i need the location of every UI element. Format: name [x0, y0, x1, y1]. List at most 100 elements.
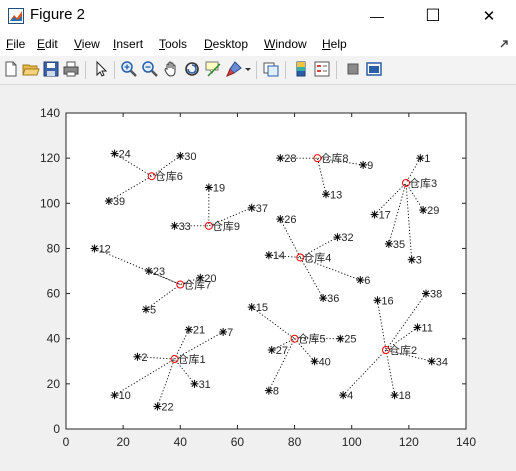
customer-label: 5 [150, 304, 156, 316]
menu-insert-label: nsert [116, 37, 144, 51]
menu-view[interactable]: View [74, 37, 100, 51]
y-tick-label: 60 [47, 287, 61, 301]
menu-desktop-label: esktop [212, 37, 249, 51]
link-plot-icon[interactable] [262, 60, 280, 78]
customer-label: 3 [416, 255, 422, 267]
menu-file[interactable]: File [6, 37, 25, 51]
zoom-out-icon[interactable] [141, 60, 159, 78]
x-tick-label: 120 [399, 435, 419, 449]
customer-label: 12 [99, 243, 111, 255]
insert-colorbar-icon[interactable] [292, 60, 310, 78]
toolbar-separator [85, 61, 86, 79]
hide-plot-tools-icon[interactable] [344, 60, 362, 78]
customer-label: 8 [273, 386, 279, 398]
toolbar-separator [336, 61, 337, 79]
menu-view-label: iew [81, 37, 100, 51]
toolbar-separator [114, 61, 115, 79]
dock-figure-icon[interactable] [498, 37, 510, 49]
customer-label: 27 [276, 345, 288, 357]
customer-marker [133, 352, 142, 361]
matlab-figure-icon [8, 8, 24, 24]
menu-bar: File Edit View Insert Tools Desktop Wind… [0, 33, 516, 55]
customer-label: 17 [379, 210, 391, 222]
menu-edit[interactable]: Edit [37, 37, 58, 51]
new-figure-icon[interactable] [2, 60, 20, 78]
menu-insert[interactable]: Insert [113, 37, 143, 51]
customer-label: 28 [284, 153, 296, 165]
menu-help[interactable]: Help [322, 37, 347, 51]
zoom-in-icon[interactable] [120, 60, 138, 78]
warehouse-label: 仓库9 [212, 219, 240, 233]
data-cursor-icon[interactable] [204, 60, 222, 78]
x-tick-label: 80 [288, 435, 302, 449]
customer-marker [247, 303, 256, 312]
window-title: Figure 2 [30, 6, 86, 23]
customer-label: 25 [344, 334, 356, 346]
customer-label: 29 [427, 205, 439, 217]
maximize-button[interactable]: ☐ [410, 0, 456, 32]
y-tick-label: 140 [40, 106, 60, 120]
customer-label: 39 [113, 196, 125, 208]
menu-view-mnemonic: V [74, 37, 82, 51]
open-file-icon[interactable] [22, 60, 40, 78]
edit-plot-icon[interactable] [92, 60, 110, 78]
menu-window-mnemonic: W [264, 37, 276, 51]
customer-label: 13 [330, 189, 342, 201]
customer-marker [170, 221, 179, 230]
brush-icon[interactable] [225, 60, 243, 78]
x-tick-label: 40 [174, 435, 188, 449]
x-tick-label: 100 [342, 435, 362, 449]
customer-marker [413, 323, 422, 332]
customer-label: 38 [430, 289, 442, 301]
customer-label: 15 [256, 302, 268, 314]
toolbar-separator [285, 61, 286, 79]
customer-marker [336, 334, 345, 343]
x-tick-label: 20 [116, 435, 130, 449]
rotate-3d-icon[interactable] [183, 60, 201, 78]
customer-marker [264, 386, 273, 395]
save-figure-icon[interactable] [42, 60, 60, 78]
customer-label: 24 [119, 149, 131, 161]
customer-marker [153, 402, 162, 411]
customer-marker [333, 233, 342, 242]
x-tick-label: 0 [63, 435, 70, 449]
menu-edit-mnemonic: E [37, 37, 46, 51]
menu-window-label: indow [275, 37, 307, 51]
y-tick-label: 0 [53, 422, 60, 436]
window-titlebar[interactable]: Figure 2 — ☐ ✕ [0, 0, 516, 32]
show-plot-tools-icon[interactable] [365, 60, 383, 78]
pan-icon[interactable] [162, 60, 180, 78]
customer-marker [142, 305, 150, 314]
menu-desktop[interactable]: Desktop [204, 37, 248, 51]
menu-tools-label: ools [165, 37, 188, 51]
customer-marker [427, 357, 436, 366]
warehouse-label: 仓库1 [178, 352, 206, 366]
insert-legend-icon[interactable] [313, 60, 331, 78]
figure-canvas[interactable]: 0 20 40 60 80 100 120 140 0 20 40 60 80 100 120 140 123… [0, 85, 516, 471]
menu-edit-label: dit [45, 37, 58, 51]
print-figure-icon[interactable] [62, 60, 80, 78]
customer-marker [390, 391, 399, 400]
y-tick-label: 40 [47, 332, 61, 346]
customer-marker [267, 346, 276, 354]
warehouse-label: 仓库8 [320, 151, 348, 165]
menu-tools[interactable]: Tools [159, 37, 187, 51]
customer-label: 30 [184, 151, 196, 163]
menu-window[interactable]: Window [264, 37, 307, 51]
customer-label: 35 [393, 239, 405, 251]
customer-marker [264, 251, 273, 260]
warehouse-label: 仓库7 [183, 278, 211, 292]
customer-label: 16 [381, 295, 393, 307]
close-button[interactable]: ✕ [466, 0, 512, 32]
y-tick-label: 80 [47, 241, 61, 255]
brush-dropdown-icon[interactable] [244, 60, 252, 78]
warehouse-label: 仓库3 [409, 176, 437, 190]
customer-marker [219, 327, 228, 336]
menu-help-label: elp [330, 37, 347, 51]
minimize-button[interactable]: — [354, 0, 400, 32]
y-tick-label: 120 [40, 151, 60, 165]
customer-label: 33 [179, 221, 191, 233]
warehouse-label: 仓库5 [298, 332, 326, 346]
customer-label: 9 [367, 160, 373, 172]
customer-label: 10 [119, 390, 131, 402]
